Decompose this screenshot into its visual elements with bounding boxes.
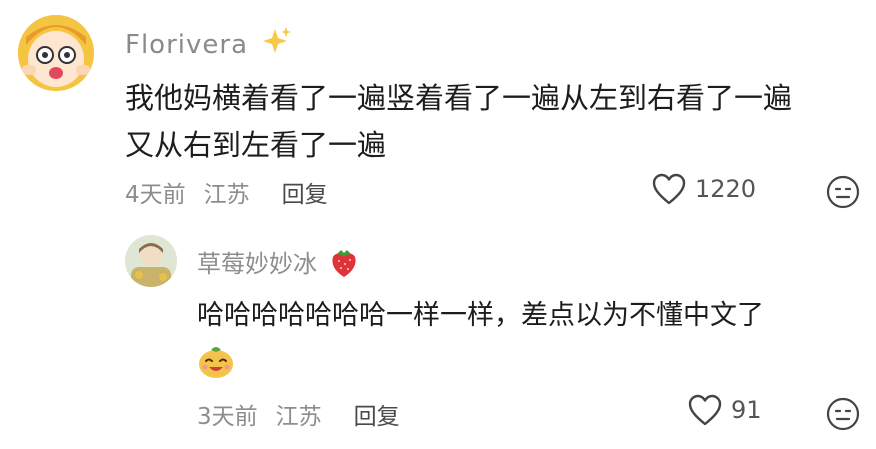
comment-text: 我他妈横着看了一遍竖着看了一遍从左到右看了一遍 又从右到左看了一遍	[125, 75, 865, 169]
username-text[interactable]: Florivera	[125, 30, 248, 60]
reply-username[interactable]: 草莓妙妙冰	[197, 244, 359, 279]
reply-dislike-button[interactable]	[825, 396, 861, 436]
username[interactable]: Florivera	[125, 25, 293, 60]
reply-text: 哈哈哈哈哈哈哈一样一样，差点以为不懂中文了	[197, 300, 764, 331]
reply-avatar[interactable]	[125, 235, 177, 287]
location: 江苏	[203, 182, 250, 208]
strawberry-icon	[332, 250, 356, 277]
meh-face-icon	[826, 175, 860, 209]
timestamp: 3天前	[197, 404, 258, 430]
heart-outline-icon	[652, 173, 686, 205]
comment-meta: 4天前 江苏 回复	[125, 175, 346, 209]
location: 江苏	[275, 404, 322, 430]
like-count: 91	[731, 396, 762, 424]
avatar-image	[125, 235, 177, 287]
sparkles-icon	[263, 27, 292, 53]
like-count: 1220	[695, 175, 757, 203]
reply-like-button[interactable]: 91	[687, 393, 762, 427]
comment-text-line: 又从右到左看了一遍	[125, 128, 387, 162]
reply-meta: 3天前 江苏 回复	[197, 397, 418, 431]
avatar[interactable]	[18, 15, 94, 91]
dislike-button[interactable]	[825, 174, 861, 214]
laughing-sticker-icon	[197, 342, 235, 380]
username-text[interactable]: 草莓妙妙冰	[197, 250, 317, 278]
like-button[interactable]: 1220	[651, 172, 756, 206]
reply-button[interactable]: 回复	[354, 404, 400, 430]
comment-text-line: 我他妈横着看了一遍竖着看了一遍从左到右看了一遍	[125, 81, 793, 115]
timestamp: 4天前	[125, 182, 186, 208]
heart-outline-icon	[688, 394, 722, 426]
avatar-image	[18, 15, 94, 91]
meh-face-icon	[826, 397, 860, 431]
reply-button[interactable]: 回复	[282, 182, 328, 208]
